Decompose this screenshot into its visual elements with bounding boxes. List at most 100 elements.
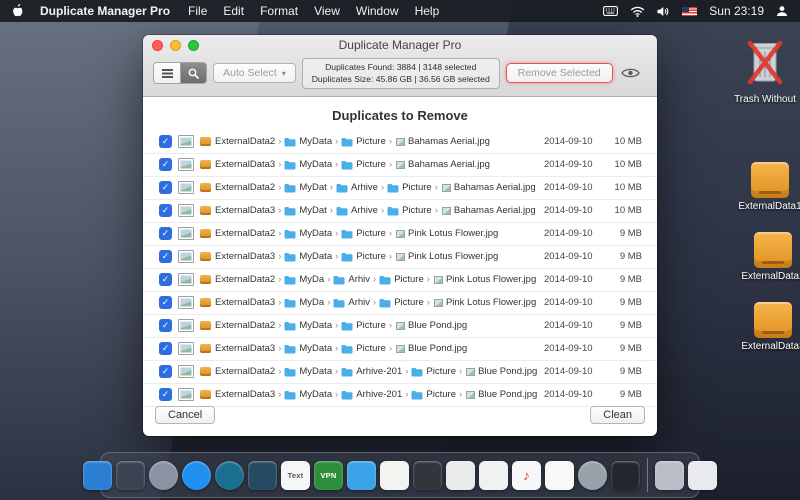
terminal-icon[interactable] bbox=[611, 461, 640, 490]
folder-label: Arhive bbox=[351, 182, 378, 193]
minimize-button[interactable] bbox=[170, 40, 181, 51]
breadcrumb-separator: › bbox=[459, 389, 462, 400]
trash-icon[interactable] bbox=[688, 461, 717, 490]
menu-view[interactable]: View bbox=[314, 4, 340, 18]
row-checkbox[interactable]: ✓ bbox=[159, 135, 172, 148]
folder-label: Picture bbox=[394, 297, 424, 308]
window-controls bbox=[152, 40, 199, 51]
row-checkbox[interactable]: ✓ bbox=[159, 181, 172, 194]
duplicate-row[interactable]: ✓ExternalData2›MyDa›Arhiv›Picture›Pink L… bbox=[143, 269, 657, 292]
row-checkbox[interactable]: ✓ bbox=[159, 365, 172, 378]
photo-thumbnail bbox=[178, 342, 194, 355]
user-icon[interactable] bbox=[776, 5, 788, 17]
active-app-name[interactable]: Duplicate Manager Pro bbox=[40, 4, 170, 18]
menu-file[interactable]: File bbox=[188, 4, 207, 18]
maps-icon[interactable] bbox=[347, 461, 376, 490]
photo-thumbnail bbox=[178, 296, 194, 309]
keyboard-icon[interactable] bbox=[603, 6, 618, 16]
system-preferences-icon[interactable] bbox=[578, 461, 607, 490]
row-checkbox[interactable]: ✓ bbox=[159, 388, 172, 401]
auto-select-button[interactable]: Auto Select ▾ bbox=[213, 63, 296, 83]
duplicate-row[interactable]: ✓ExternalData2›MyData›Arhive-201›Picture… bbox=[143, 361, 657, 384]
trash-full-icon[interactable] bbox=[655, 461, 684, 490]
duplicate-row[interactable]: ✓ExternalData2›MyDat›Arhive›Picture›Baha… bbox=[143, 177, 657, 200]
apple-menu-icon[interactable] bbox=[12, 4, 24, 18]
menubar-clock[interactable]: Sun 23:19 bbox=[709, 4, 764, 18]
menu-format[interactable]: Format bbox=[260, 4, 298, 18]
drive-icon bbox=[200, 137, 211, 146]
file-size: 9 MB bbox=[602, 366, 642, 377]
file-date: 2014-09-10 bbox=[544, 274, 602, 285]
folder-icon bbox=[341, 229, 353, 239]
calculator-icon[interactable] bbox=[413, 461, 442, 490]
window-header: Duplicate Manager Pro Auto Select ▾ Dupl… bbox=[143, 35, 657, 97]
folder-label: Picture bbox=[356, 343, 386, 354]
desktop-icon-trash-without[interactable]: Trash Without bbox=[726, 38, 800, 105]
row-checkbox[interactable]: ✓ bbox=[159, 273, 172, 286]
preview-eye-button[interactable] bbox=[619, 65, 642, 81]
siri-icon[interactable] bbox=[149, 461, 178, 490]
folder-icon bbox=[341, 252, 353, 262]
title-bar[interactable]: Duplicate Manager Pro bbox=[143, 35, 657, 56]
desktop-icon-externaldata1[interactable]: ExternalData1 bbox=[731, 162, 800, 212]
row-checkbox[interactable]: ✓ bbox=[159, 204, 172, 217]
row-checkbox[interactable]: ✓ bbox=[159, 250, 172, 263]
duplicate-row[interactable]: ✓ExternalData3›MyData›Picture›Bahamas Ae… bbox=[143, 154, 657, 177]
desktop-icon-externaldata2[interactable]: ExternalData2 bbox=[734, 232, 800, 282]
external-drive-icon bbox=[754, 232, 792, 268]
zoom-button[interactable] bbox=[188, 40, 199, 51]
folder-icon bbox=[284, 275, 296, 285]
file-date: 2014-09-10 bbox=[544, 205, 602, 216]
folder-icon bbox=[333, 275, 345, 285]
textedit-icon[interactable]: Text bbox=[281, 461, 310, 490]
menu-help[interactable]: Help bbox=[415, 4, 440, 18]
image-file-icon bbox=[434, 299, 443, 307]
menu-edit[interactable]: Edit bbox=[223, 4, 244, 18]
duplicate-row[interactable]: ✓ExternalData3›MyDat›Arhive›Picture›Baha… bbox=[143, 200, 657, 223]
app-store-icon[interactable] bbox=[215, 461, 244, 490]
row-checkbox[interactable]: ✓ bbox=[159, 319, 172, 332]
row-checkbox[interactable]: ✓ bbox=[159, 342, 172, 355]
file-size: 10 MB bbox=[602, 159, 642, 170]
clean-button[interactable]: Clean bbox=[590, 406, 645, 424]
duplicate-row[interactable]: ✓ExternalData3›MyData›Picture›Pink Lotus… bbox=[143, 246, 657, 269]
reminders-icon[interactable] bbox=[446, 461, 475, 490]
volume-icon[interactable] bbox=[657, 6, 670, 17]
safari-icon[interactable] bbox=[182, 461, 211, 490]
photos-icon[interactable] bbox=[545, 461, 574, 490]
wifi-icon[interactable] bbox=[630, 6, 645, 17]
file-date: 2014-09-10 bbox=[544, 182, 602, 193]
menu-window[interactable]: Window bbox=[356, 4, 399, 18]
notes-icon[interactable] bbox=[380, 461, 409, 490]
duplicate-row[interactable]: ✓ExternalData3›MyData›Picture›Blue Pond.… bbox=[143, 338, 657, 361]
itunes-icon[interactable]: ♪ bbox=[512, 461, 541, 490]
folder-label: Picture bbox=[394, 274, 424, 285]
close-button[interactable] bbox=[152, 40, 163, 51]
folder-icon bbox=[341, 390, 353, 400]
folder-icon bbox=[387, 206, 399, 216]
image-file-icon bbox=[396, 138, 405, 146]
pages-icon[interactable] bbox=[479, 461, 508, 490]
row-checkbox[interactable]: ✓ bbox=[159, 227, 172, 240]
launchpad-icon[interactable] bbox=[116, 461, 145, 490]
folder-label: Picture bbox=[356, 251, 386, 262]
preview-view-button[interactable] bbox=[180, 63, 206, 83]
file-date: 2014-09-10 bbox=[544, 136, 602, 147]
duplicate-row[interactable]: ✓ExternalData2›MyData›Picture›Bahamas Ae… bbox=[143, 131, 657, 154]
breadcrumb-separator: › bbox=[335, 343, 338, 354]
vpn-icon[interactable]: VPN bbox=[314, 461, 343, 490]
desktop-icon-externaldata3[interactable]: ExternalData3 bbox=[734, 302, 800, 352]
remove-selected-button[interactable]: Remove Selected bbox=[506, 63, 613, 83]
list-view-button[interactable] bbox=[154, 63, 180, 83]
flag-us-icon[interactable] bbox=[682, 7, 697, 16]
finder-icon[interactable] bbox=[83, 461, 112, 490]
duplicate-row[interactable]: ✓ExternalData3›MyData›Arhive-201›Picture… bbox=[143, 384, 657, 407]
status-icons bbox=[603, 6, 697, 17]
duplicate-row[interactable]: ✓ExternalData2›MyData›Picture›Pink Lotus… bbox=[143, 223, 657, 246]
cancel-button[interactable]: Cancel bbox=[155, 406, 215, 424]
mail-icon[interactable] bbox=[248, 461, 277, 490]
duplicate-row[interactable]: ✓ExternalData2›MyData›Picture›Blue Pond.… bbox=[143, 315, 657, 338]
row-checkbox[interactable]: ✓ bbox=[159, 158, 172, 171]
duplicate-row[interactable]: ✓ExternalData3›MyDa›Arhiv›Picture›Pink L… bbox=[143, 292, 657, 315]
row-checkbox[interactable]: ✓ bbox=[159, 296, 172, 309]
